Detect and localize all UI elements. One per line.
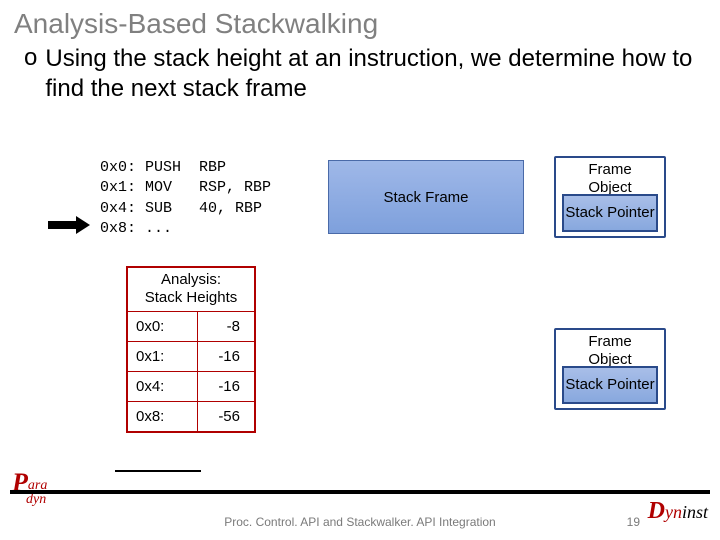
logo-yn: yn — [665, 502, 682, 522]
stack-pointer-upper: Stack Pointer — [562, 194, 658, 232]
cell-addr: 0x8: — [128, 402, 197, 432]
logo-dyn: dyn — [26, 492, 47, 508]
frame-object-upper: Frame Object Stack Pointer — [554, 156, 666, 238]
stack-pointer-lower: Stack Pointer — [562, 366, 658, 404]
table-row: 0x0: -8 — [128, 312, 254, 342]
cell-addr: 0x4: — [128, 372, 197, 402]
bullet-marker: o — [24, 44, 37, 73]
assembly-code: 0x0: PUSH RBP 0x1: MOV RSP, RBP 0x4: SUB… — [100, 158, 271, 239]
cell-val: -16 — [197, 342, 254, 372]
bullet-row: o Using the stack height at an instructi… — [0, 44, 720, 104]
logo-inst: inst — [682, 502, 708, 522]
cell-val: -56 — [197, 402, 254, 432]
frame-title-l1: Frame — [588, 161, 631, 178]
divider-footer — [10, 490, 710, 494]
divider-small — [115, 470, 201, 472]
footer-text: Proc. Control. API and Stackwalker. API … — [0, 515, 720, 529]
cell-val: -16 — [197, 372, 254, 402]
cell-addr: 0x1: — [128, 342, 197, 372]
analysis-title: Analysis: Stack Heights — [128, 268, 254, 311]
frame-object-lower: Frame Object Stack Pointer — [554, 328, 666, 410]
table-row: 0x1: -16 — [128, 342, 254, 372]
dyninst-logo: Dyninst — [648, 498, 708, 525]
analysis-title-l2: Stack Heights — [145, 289, 238, 306]
slide-title: Analysis-Based Stackwalking — [0, 0, 720, 44]
analysis-title-l1: Analysis: — [161, 271, 221, 288]
frame-object-title: Frame Object — [556, 158, 664, 197]
table-row: 0x4: -16 — [128, 372, 254, 402]
bullet-text: Using the stack height at an instruction… — [45, 44, 700, 104]
analysis-table: 0x0: -8 0x1: -16 0x4: -16 0x8: -56 — [128, 311, 254, 431]
table-row: 0x8: -56 — [128, 402, 254, 432]
paradyn-logo: Para dyn — [12, 468, 47, 508]
slide-number: 19 — [627, 515, 640, 529]
analysis-table-box: Analysis: Stack Heights 0x0: -8 0x1: -16… — [126, 266, 256, 433]
cell-addr: 0x0: — [128, 312, 197, 342]
logo-d: D — [648, 498, 665, 524]
stack-frame-upper: Stack Frame — [328, 160, 524, 234]
cell-val: -8 — [197, 312, 254, 342]
current-instruction-arrow-icon — [48, 218, 92, 232]
frame-title2-l1: Frame — [588, 333, 631, 350]
frame-object-title-2: Frame Object — [556, 330, 664, 369]
